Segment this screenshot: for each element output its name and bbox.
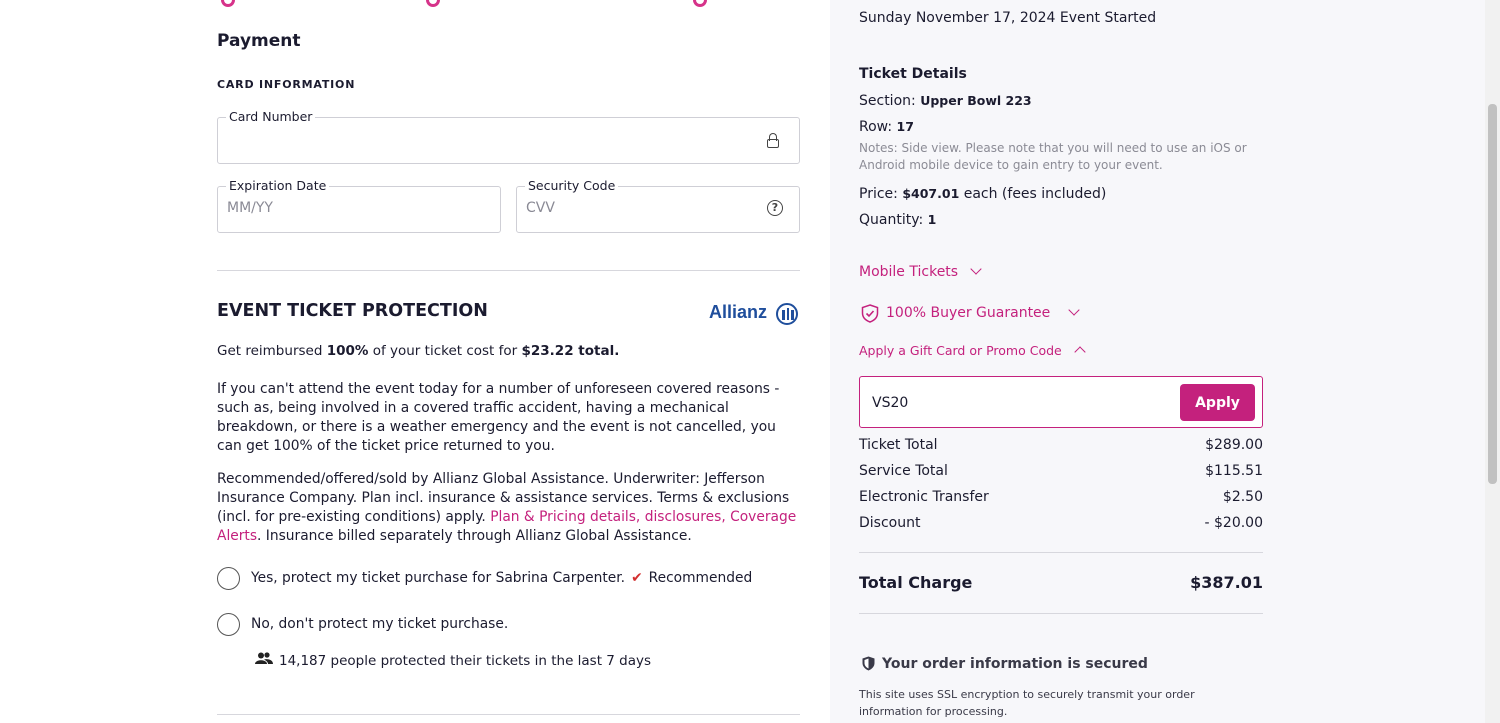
recommended-badge: Recommended — [648, 570, 753, 586]
expiration-placeholder: MM/YY — [227, 200, 273, 216]
check-icon: ✔ — [631, 570, 643, 586]
lock-icon — [767, 133, 779, 149]
chevron-down-icon — [970, 263, 982, 275]
reimbursement-summary: Get reimbursed 100% of your ticket cost … — [217, 343, 620, 359]
expiration-date-field[interactable]: Expiration Date MM/YY — [217, 178, 501, 233]
security-code-label: Security Code — [525, 178, 619, 193]
chevron-up-icon — [1074, 346, 1086, 358]
secure-title: Your order information is secured — [882, 656, 1148, 672]
security-code-field[interactable]: Security Code CVV ? — [516, 178, 800, 233]
total-charge: Total Charge $387.01 — [859, 573, 1263, 592]
allianz-logo-text: Allianz — [709, 302, 768, 322]
buyer-guarantee-toggle[interactable]: 100% Buyer Guarantee — [886, 304, 1080, 321]
help-icon[interactable]: ? — [767, 200, 783, 216]
plan-pricing-link[interactable]: Plan & Pricing details, — [490, 509, 640, 525]
promo-code-value: VS20 — [872, 395, 909, 411]
payment-panel: Payment CARD INFORMATION Card Number Exp… — [0, 0, 830, 723]
summary-ticket-total: Ticket Total $289.00 — [859, 437, 1263, 453]
people-icon — [255, 652, 273, 664]
total-charge-amount: $387.01 — [1190, 573, 1263, 592]
event-date: Sunday November 17, 2024 Event Started — [859, 10, 1157, 26]
social-proof-text: 14,187 people protected their tickets in… — [279, 653, 652, 669]
payment-title: Payment — [217, 31, 301, 51]
ticket-notes: Notes: Side view. Please note that you w… — [859, 141, 1247, 172]
card-number-field[interactable]: Card Number — [217, 109, 800, 164]
protection-description: If you can't attend the event today for … — [217, 381, 780, 454]
ticket-section: Section: Upper Bowl 223 — [859, 93, 1032, 109]
ticket-quantity: Quantity: 1 — [859, 212, 937, 228]
protect-yes-radio[interactable] — [217, 567, 240, 590]
protection-legal-text: Recommended/offered/sold by Allianz Glob… — [217, 471, 797, 544]
step-indicator-dot — [426, 0, 440, 7]
expiration-date-label: Expiration Date — [226, 178, 330, 193]
summary-service-total: Service Total $115.51 — [859, 463, 1263, 479]
promo-code-input[interactable]: VS20 Apply — [859, 376, 1263, 428]
disclosures-link[interactable]: disclosures, — [645, 509, 726, 525]
step-indicator-dot — [221, 0, 235, 7]
protect-no-radio[interactable] — [217, 613, 240, 636]
protection-title: EVENT TICKET PROTECTION — [217, 301, 488, 321]
scrollbar-thumb[interactable] — [1488, 104, 1497, 484]
step-indicator-dot — [693, 0, 707, 7]
ticket-price: Price: $407.01 each (fees included) — [859, 186, 1107, 202]
protect-yes-label[interactable]: Yes, protect my ticket purchase for Sabr… — [251, 570, 752, 586]
secure-description: This site uses SSL encryption to securel… — [859, 688, 1195, 718]
security-code-placeholder: CVV — [526, 200, 555, 216]
summary-divider — [859, 552, 1263, 553]
chevron-down-icon — [1068, 304, 1080, 316]
card-info-heading: CARD INFORMATION — [217, 78, 356, 91]
allianz-logo-icon — [776, 303, 798, 325]
ticket-details-title: Ticket Details — [859, 66, 967, 82]
ticket-row: Row: 17 — [859, 119, 914, 135]
scrollbar[interactable] — [1485, 0, 1500, 723]
secure-shield-icon — [862, 656, 875, 671]
protect-no-label[interactable]: No, don't protect my ticket purchase. — [251, 616, 508, 632]
section-divider — [217, 270, 800, 271]
card-number-label: Card Number — [226, 109, 316, 124]
summary-divider — [859, 613, 1263, 614]
apply-promo-button[interactable]: Apply — [1180, 384, 1255, 421]
section-divider — [217, 714, 800, 715]
summary-discount: Discount - $20.00 — [859, 515, 1263, 531]
shield-check-icon — [861, 304, 879, 323]
summary-electronic-transfer: Electronic Transfer $2.50 — [859, 489, 1263, 505]
mobile-tickets-toggle[interactable]: Mobile Tickets — [859, 263, 982, 280]
promo-code-toggle[interactable]: Apply a Gift Card or Promo Code — [859, 343, 1086, 358]
